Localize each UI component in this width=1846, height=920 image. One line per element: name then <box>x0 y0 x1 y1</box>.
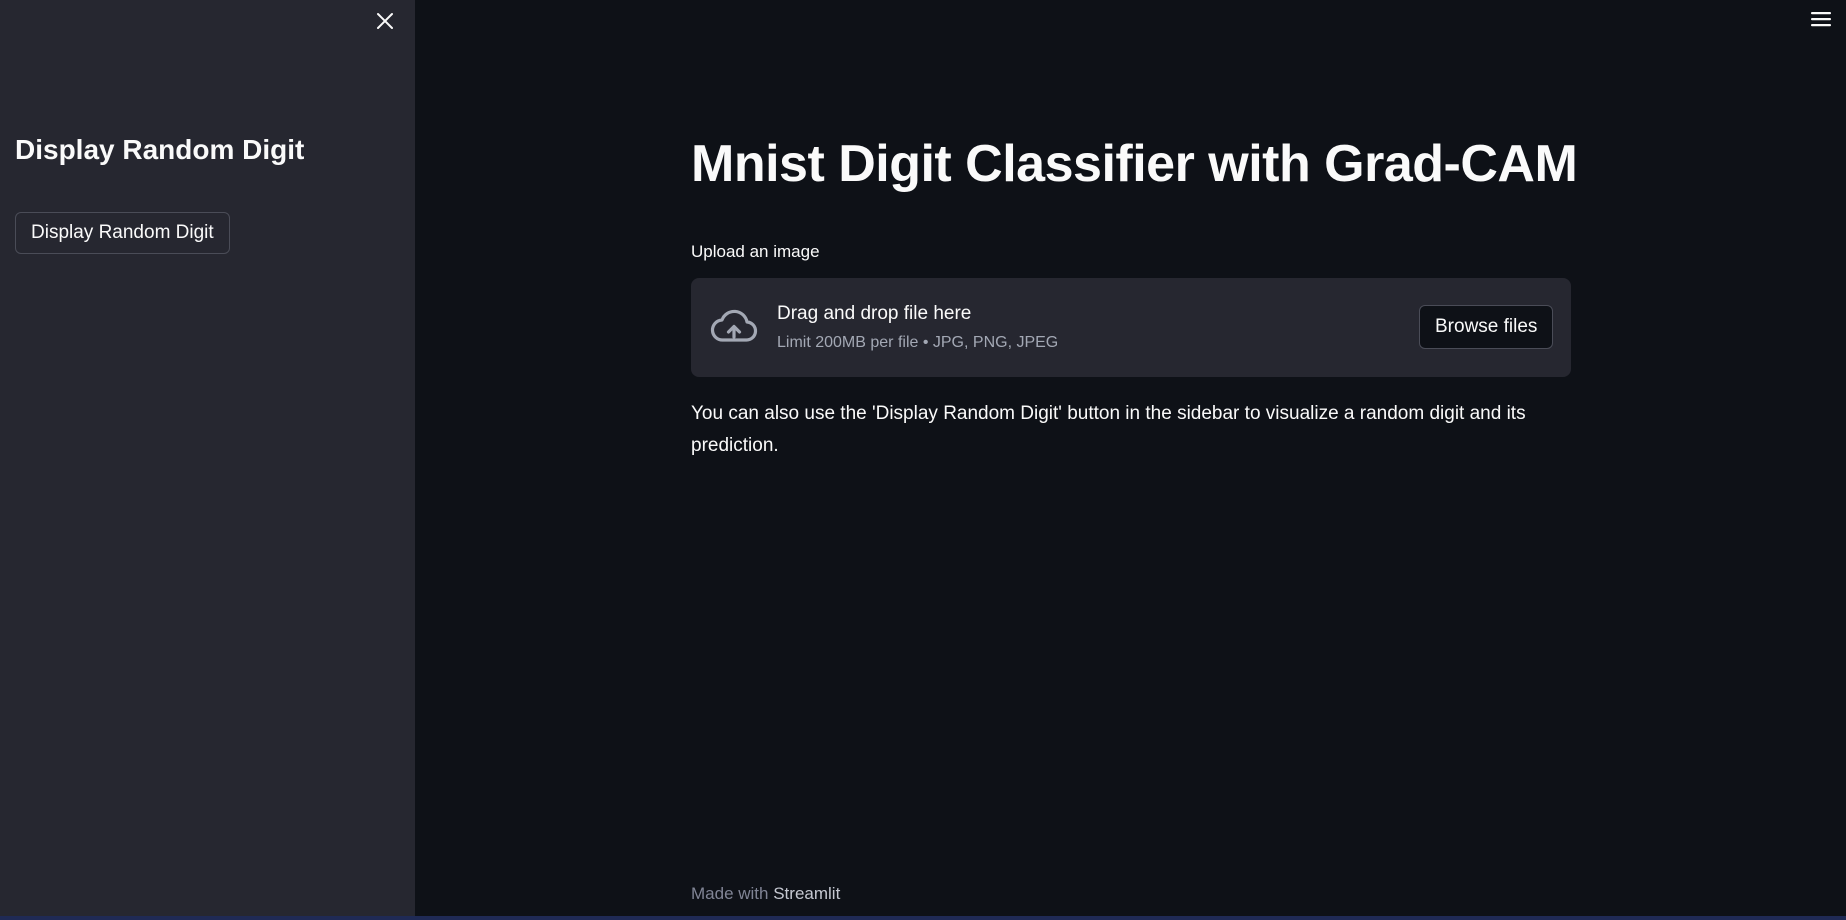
browse-files-button[interactable]: Browse files <box>1419 305 1554 349</box>
footer-prefix: Made with <box>691 884 769 903</box>
bottom-border <box>0 916 1846 920</box>
hamburger-menu-icon[interactable] <box>1806 6 1836 32</box>
display-random-digit-button[interactable]: Display Random Digit <box>15 212 230 254</box>
dropzone-limit-text: Limit 200MB per file • JPG, PNG, JPEG <box>777 334 1059 351</box>
page-title: Mnist Digit Classifier with Grad-CAM <box>691 135 1578 193</box>
app-root: Display Random Digit Display Random Digi… <box>0 0 1846 920</box>
main-content: Mnist Digit Classifier with Grad-CAM Upl… <box>691 0 1578 916</box>
sidebar-title: Display Random Digit <box>15 134 305 165</box>
upload-label: Upload an image <box>691 242 820 261</box>
file-dropzone[interactable]: Drag and drop file here Limit 200MB per … <box>691 278 1571 377</box>
dropzone-primary-text: Drag and drop file here <box>777 303 972 324</box>
streamlit-link[interactable]: Streamlit <box>773 884 840 903</box>
footer: Made with Streamlit <box>691 884 840 904</box>
cloud-upload-icon <box>710 306 758 350</box>
info-text: You can also use the 'Display Random Dig… <box>691 403 1526 456</box>
sidebar: Display Random Digit Display Random Digi… <box>0 0 415 916</box>
close-icon[interactable] <box>372 8 398 34</box>
